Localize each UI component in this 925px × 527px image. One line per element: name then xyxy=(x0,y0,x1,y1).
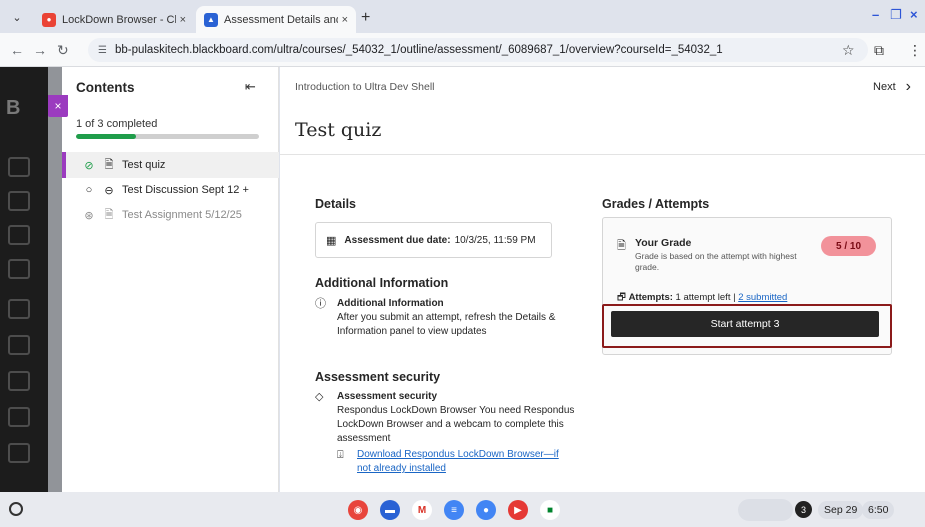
progress-bar xyxy=(76,134,259,139)
content-item-label: Test Discussion Sept 12 + xyxy=(122,184,249,196)
details-heading: Details xyxy=(315,197,356,211)
tab-strip: ⌄ ● LockDown Browser - Chrome W × ▲ Asse… xyxy=(0,0,925,33)
attempts-icon: 🗗 xyxy=(617,292,626,303)
security-row: ◇ Assessment security Respondus LockDown… xyxy=(315,390,575,450)
download-icon: ⍗ xyxy=(337,449,344,461)
youtube-app-icon[interactable]: ▶ xyxy=(508,500,528,520)
test-document-icon: 🗎 xyxy=(104,158,114,171)
restore-icon[interactable]: ❐ xyxy=(890,7,902,23)
content-item-label: Test Assignment 5/12/25 xyxy=(122,209,242,221)
reload-icon[interactable]: ↻ xyxy=(57,42,69,59)
minimize-icon[interactable]: – xyxy=(872,7,879,22)
notification-badge[interactable]: 3 xyxy=(795,501,812,518)
locked-status-icon: ⊛ xyxy=(84,209,94,222)
browser-menu-icon[interactable]: ⋮ xyxy=(908,42,922,59)
content-item-test-quiz[interactable]: ⊘ 🗎 Test quiz xyxy=(62,152,279,178)
additional-info-row: ⓘ Additional Information After you submi… xyxy=(315,297,565,341)
completed-check-icon: ⊘ xyxy=(84,159,94,172)
grade-note: Grade is based on the attempt with highe… xyxy=(635,251,797,272)
download-lockdown-link[interactable]: Download Respondus LockDown Browser—if n… xyxy=(357,448,567,476)
next-button[interactable]: Next › xyxy=(873,78,911,96)
address-bar[interactable]: ☰ bb-pulaskitech.blackboard.com/ultra/co… xyxy=(88,38,868,62)
security-heading: Assessment security xyxy=(315,370,441,384)
security-body: Respondus LockDown Browser You need Resp… xyxy=(337,405,575,444)
docs-app-icon[interactable]: ≡ xyxy=(444,500,464,520)
tab-title: LockDown Browser - Chrome W xyxy=(62,13,176,26)
shield-icon: ◇ xyxy=(315,391,324,403)
due-date-box: ▦ Assessment due date: 10/3/25, 11:59 PM xyxy=(315,222,552,258)
tab-title: Assessment Details and Inform xyxy=(224,13,338,26)
grades-heading: Grades / Attempts xyxy=(602,197,710,211)
progress-fill xyxy=(76,134,137,139)
content-item-label: Test quiz xyxy=(122,159,166,171)
info-icon: ⓘ xyxy=(315,298,326,310)
site-info-icon[interactable]: ☰ xyxy=(98,45,107,56)
download-row: ⍗ Download Respondus LockDown Browser—if… xyxy=(315,448,585,476)
tray-time[interactable]: 6:50 xyxy=(862,501,895,519)
progress-text: 1 of 3 completed xyxy=(76,118,158,130)
gmail-app-icon[interactable]: M xyxy=(412,500,432,520)
content-item-test-assignment[interactable]: ⊛ 🗎 Test Assignment 5/12/25 xyxy=(62,202,279,228)
content-item-test-discussion[interactable]: ○ ⊖ Test Discussion Sept 12 + xyxy=(62,177,279,203)
chrome-favicon-icon: ● xyxy=(42,12,56,27)
attempts-left: 1 attempt left xyxy=(675,292,731,303)
attempts-label: Attempts: xyxy=(628,292,673,303)
tab-lockdown-browser[interactable]: ● LockDown Browser - Chrome W × xyxy=(34,6,194,33)
extensions-icon[interactable]: ⧉ xyxy=(874,42,884,59)
close-window-icon[interactable]: × xyxy=(910,7,918,22)
new-tab-button[interactable]: + xyxy=(361,9,370,27)
due-date-label: Assessment due date: xyxy=(344,234,451,246)
tab-search-chevron-icon[interactable]: ⌄ xyxy=(8,8,26,26)
back-arrow-icon[interactable]: ← xyxy=(10,42,24,58)
messages-app-icon[interactable]: ● xyxy=(476,500,496,520)
additional-info-title: Additional Information xyxy=(337,298,444,309)
url-text: bb-pulaskitech.blackboard.com/ultra/cour… xyxy=(114,44,723,56)
security-title: Assessment security xyxy=(337,391,438,402)
due-date-value: 10/3/25, 11:59 PM xyxy=(454,234,536,246)
calendar-icon: ▦ xyxy=(326,234,337,247)
modal-overlay xyxy=(0,67,62,492)
contents-title: Contents xyxy=(76,80,135,95)
os-shelf: ◉ ▬ M ≡ ● ▶ ■ 3 Sep 29 6:50 xyxy=(0,492,925,527)
collapse-panel-icon[interactable]: ⇤ xyxy=(245,79,256,95)
close-panel-button[interactable]: × xyxy=(48,95,68,117)
page-title: Test quiz xyxy=(295,119,382,141)
additional-info-heading: Additional Information xyxy=(315,276,449,290)
tab-assessment-details[interactable]: ▲ Assessment Details and Inform × xyxy=(196,6,356,33)
tab-close-icon[interactable]: × xyxy=(342,14,348,26)
discussion-icon: ⊖ xyxy=(104,184,114,197)
grade-pill[interactable]: 5 / 10 xyxy=(821,236,876,256)
assessment-main-pane: Introduction to Ultra Dev Shell Next › T… xyxy=(280,67,925,492)
assignment-document-icon: 🗎 xyxy=(104,208,114,221)
start-attempt-highlight: Start attempt 3 xyxy=(602,304,892,348)
not-started-circle-icon: ○ xyxy=(85,184,93,196)
breadcrumb[interactable]: Introduction to Ultra Dev Shell xyxy=(295,81,434,93)
files-app-icon[interactable]: ▬ xyxy=(380,500,400,520)
forward-arrow-icon[interactable]: → xyxy=(33,42,47,58)
attempts-submitted-link[interactable]: 2 submitted xyxy=(738,292,787,303)
additional-info-body: After you submit an attempt, refresh the… xyxy=(337,312,556,337)
chevron-right-icon: › xyxy=(905,78,911,95)
blackboard-favicon-icon: ▲ xyxy=(204,12,218,27)
your-grade-label: Your Grade xyxy=(635,237,692,249)
meet-app-icon[interactable]: ■ xyxy=(540,500,560,520)
launcher-icon[interactable] xyxy=(9,502,23,516)
contents-panel: Contents ⇤ 1 of 3 completed ⊘ 🗎 Test qui… xyxy=(62,67,279,492)
bookmark-star-icon[interactable]: ☆ xyxy=(842,42,855,59)
tray-status-pill[interactable] xyxy=(738,499,793,521)
next-label: Next xyxy=(873,81,896,93)
start-attempt-button[interactable]: Start attempt 3 xyxy=(611,311,879,337)
divider xyxy=(280,154,925,155)
grade-document-icon: 🗎 xyxy=(617,240,626,252)
tab-close-icon[interactable]: × xyxy=(180,14,186,26)
browser-toolbar: ← → ↻ ☰ bb-pulaskitech.blackboard.com/ul… xyxy=(0,33,925,67)
chrome-app-icon[interactable]: ◉ xyxy=(348,500,368,520)
tray-date[interactable]: Sep 29 xyxy=(818,501,864,519)
